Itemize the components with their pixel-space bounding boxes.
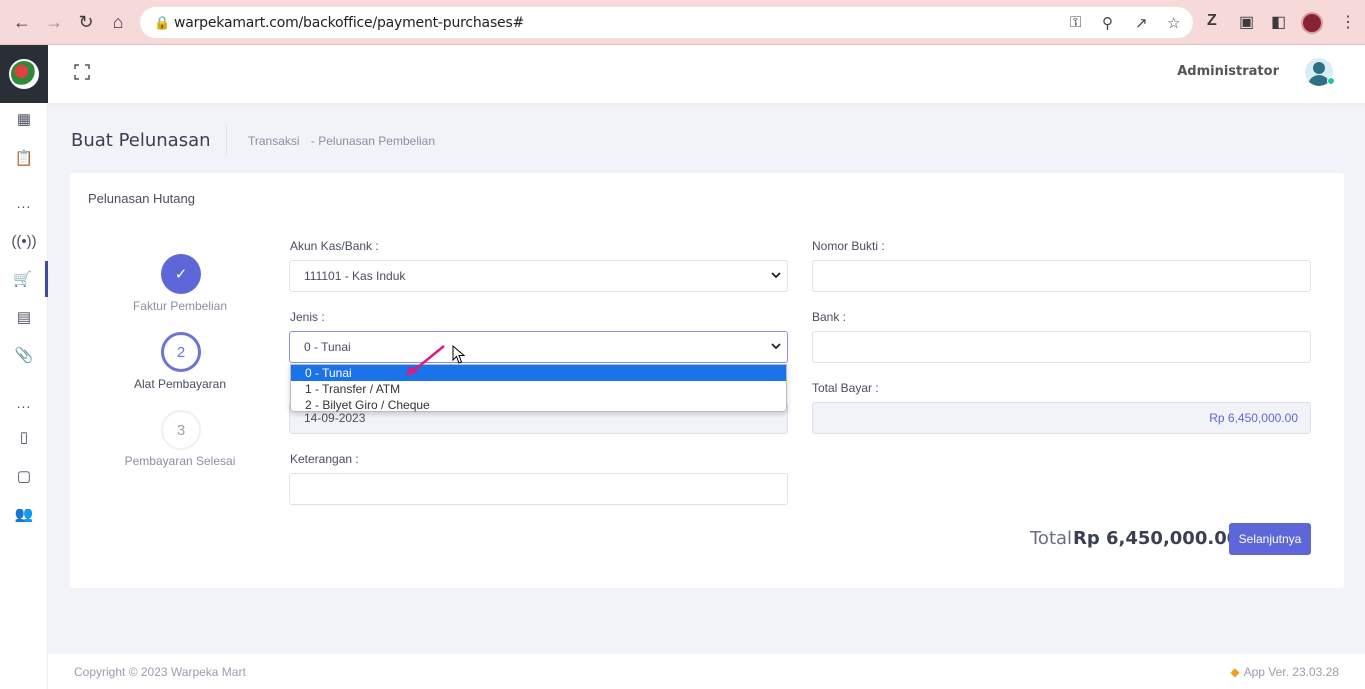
page-title: Buat Pelunasan xyxy=(71,130,211,151)
sidebar: ▦ 📋 ... ((•)) 🛒 ▤ 📎 ... ▯ ▢ 👥 xyxy=(0,45,48,689)
key-icon[interactable]: ⚿ xyxy=(1070,14,1081,31)
side-panel-icon[interactable]: ◧ xyxy=(1271,12,1286,32)
jenis-value: 0 - Tunai xyxy=(304,340,351,354)
online-status-dot xyxy=(1327,77,1335,85)
section-dots: ... xyxy=(16,395,32,411)
cart-icon[interactable]: 🛒 xyxy=(0,261,48,297)
calculator-icon[interactable]: ▤ xyxy=(0,299,48,335)
next-button[interactable]: Selanjutnya xyxy=(1229,523,1311,555)
clipboard-icon[interactable]: 📋 xyxy=(0,140,48,176)
nomor-bukti-input[interactable] xyxy=(812,260,1311,292)
breadcrumb-pelunasan[interactable]: - Pelunasan Pembelian xyxy=(311,134,435,148)
section-dots: ... xyxy=(16,195,32,211)
version-text: App Ver. 23.03.28 xyxy=(1243,665,1339,679)
jenis-dropdown-list: 0 - Tunai 1 - Transfer / ATM 2 - Bilyet … xyxy=(290,364,787,412)
mouse-cursor-icon xyxy=(452,345,466,364)
jenis-label: Jenis : xyxy=(290,310,325,324)
chevron-down-icon xyxy=(771,343,781,350)
option-transfer-atm[interactable]: 1 - Transfer / ATM xyxy=(291,381,786,397)
keterangan-label: Keterangan : xyxy=(290,452,359,466)
bookmark-star-icon[interactable]: ☆ xyxy=(1167,14,1180,32)
share-icon[interactable]: ↗ xyxy=(1135,14,1148,32)
reload-icon[interactable]: ↻ xyxy=(75,11,97,33)
paperclip-icon[interactable]: 📎 xyxy=(0,337,48,373)
total-bayar-value: Rp 6,450,000.00 xyxy=(1209,411,1298,425)
menu-kebab-icon[interactable]: ⋮ xyxy=(1340,12,1356,32)
annotation-arrow-icon xyxy=(406,345,445,376)
chevron-down-icon xyxy=(771,272,781,279)
jenis-select[interactable]: 0 - Tunai xyxy=(289,331,788,363)
copyright-text: Copyright © 2023 Warpeka Mart xyxy=(74,665,246,679)
url-text: warpekamart.com/backoffice/payment-purch… xyxy=(174,15,525,31)
top-header: Administrator xyxy=(48,45,1365,103)
total-value: Rp 6,450,000.00 xyxy=(1073,528,1240,549)
option-tunai[interactable]: 0 - Tunai xyxy=(291,365,786,381)
dashboard-icon[interactable]: ▦ xyxy=(0,101,48,137)
lock-icon: 🔒 xyxy=(154,15,171,30)
box-icon[interactable]: ▢ xyxy=(0,458,48,494)
extensions-puzzle-icon[interactable]: ▣ xyxy=(1239,12,1254,32)
browser-toolbar: ← → ↻ ⌂ 🔒 warpekamart.com/backoffice/pay… xyxy=(0,0,1365,45)
total-bayar-label: Total Bayar : xyxy=(812,381,879,395)
bank-label: Bank : xyxy=(812,310,847,324)
akun-value: 111101 - Kas Induk xyxy=(304,269,406,283)
home-icon[interactable]: ⌂ xyxy=(107,11,129,33)
profile-avatar[interactable] xyxy=(1301,12,1323,34)
akun-select[interactable]: 111101 - Kas Induk xyxy=(289,260,788,292)
breadcrumb: Transaksi - Pelunasan Pembelian xyxy=(248,134,443,148)
breadcrumb-transaksi[interactable]: Transaksi xyxy=(248,134,300,148)
tanggal-value: 14-09-2023 xyxy=(304,411,366,425)
layers-icon: ◆ xyxy=(1230,665,1240,679)
fullscreen-icon[interactable] xyxy=(74,64,90,80)
total-label: Total xyxy=(1030,528,1073,549)
brand-logo[interactable] xyxy=(0,45,48,103)
back-icon[interactable]: ← xyxy=(11,11,33,33)
broadcast-icon[interactable]: ((•)) xyxy=(0,223,48,259)
step-3-circle: 3 xyxy=(161,410,201,450)
app-version: ◆ App Ver. 23.03.28 xyxy=(1230,665,1339,679)
forward-icon[interactable]: → xyxy=(43,11,65,33)
user-name[interactable]: Administrator xyxy=(1177,64,1279,79)
title-divider xyxy=(226,125,227,155)
step-2-circle: 2 xyxy=(161,332,201,372)
z-extension-icon[interactable]: Z xyxy=(1207,12,1217,30)
total-bayar-field: Rp 6,450,000.00 xyxy=(812,402,1311,434)
step-2-label: Alat Pembayaran xyxy=(133,377,227,391)
zoom-icon[interactable]: ⚲ xyxy=(1102,14,1113,32)
nomor-bukti-label: Nomor Bukti : xyxy=(812,239,885,253)
card-title: Pelunasan Hutang xyxy=(88,191,195,206)
keterangan-input[interactable] xyxy=(289,473,788,505)
footer: Copyright © 2023 Warpeka Mart ◆ App Ver. … xyxy=(48,654,1365,689)
notebook-icon[interactable]: ▯ xyxy=(0,419,48,455)
step-3-label: Pembayaran Selesai xyxy=(124,454,236,468)
users-icon[interactable]: 👥 xyxy=(0,496,48,532)
option-bilyet-giro[interactable]: 2 - Bilyet Giro / Cheque xyxy=(291,397,786,413)
step-1-check-icon: ✓ xyxy=(161,254,201,294)
step-1-label: Faktur Pembelian xyxy=(132,299,228,313)
akun-label: Akun Kas/Bank : xyxy=(290,239,379,253)
bank-input[interactable] xyxy=(812,331,1311,363)
address-bar[interactable]: 🔒 warpekamart.com/backoffice/payment-pur… xyxy=(140,7,1193,38)
